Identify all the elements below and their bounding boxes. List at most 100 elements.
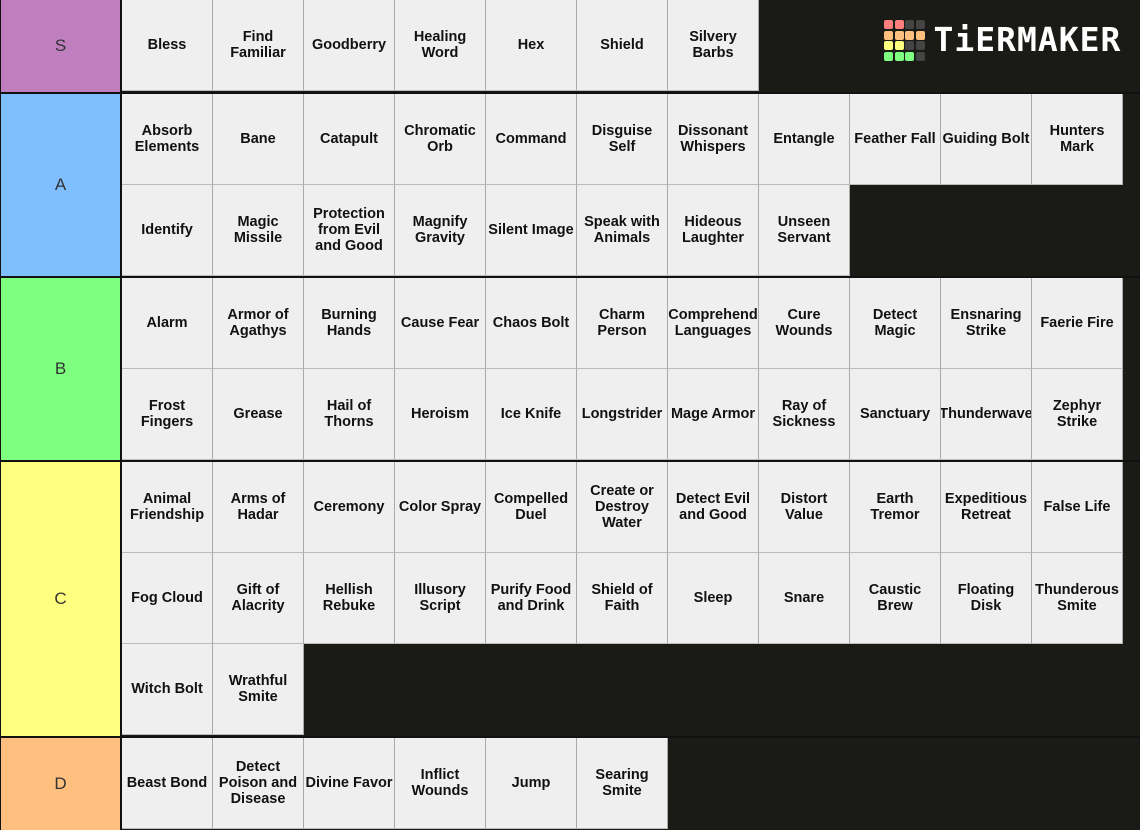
tier-item[interactable]: Catapult: [304, 94, 395, 185]
logo-grid-cell: [894, 20, 904, 29]
tier-item[interactable]: Zephyr Strike: [1032, 369, 1123, 460]
logo-grid-cell: [915, 30, 925, 40]
tier-item[interactable]: Frost Fingers: [122, 369, 213, 460]
tier-item[interactable]: Create or Destroy Water: [577, 462, 668, 553]
tier-item[interactable]: Shield of Faith: [577, 553, 668, 644]
tier-item[interactable]: Chaos Bolt: [486, 278, 577, 369]
tier-item[interactable]: Charm Person: [577, 278, 668, 369]
tier-item[interactable]: Hex: [486, 0, 577, 91]
tier-item[interactable]: Absorb Elements: [122, 94, 213, 185]
tier-item[interactable]: Floating Disk: [941, 553, 1032, 644]
tier-label-d[interactable]: D: [0, 738, 122, 830]
tier-item-label: Shield of Faith: [591, 582, 653, 614]
tier-item[interactable]: Distort Value: [759, 462, 850, 553]
tier-item[interactable]: Hail of Thorns: [304, 369, 395, 460]
tier-item[interactable]: Speak with Animals: [577, 185, 668, 276]
tier-item[interactable]: False Life: [1032, 462, 1123, 553]
tier-label-s[interactable]: S: [0, 0, 122, 92]
tier-item[interactable]: Sleep: [668, 553, 759, 644]
tier-item[interactable]: Faerie Fire: [1032, 278, 1123, 369]
tier-item[interactable]: Silvery Barbs: [668, 0, 759, 91]
logo-grid-cell: [905, 41, 914, 50]
tier-item[interactable]: Cure Wounds: [759, 278, 850, 369]
tier-item[interactable]: Burning Hands: [304, 278, 395, 369]
tier-item[interactable]: Detect Evil and Good: [668, 462, 759, 553]
tier-item[interactable]: Shield: [577, 0, 668, 91]
tier-item[interactable]: Jump: [486, 738, 577, 829]
tier-item[interactable]: Identify: [122, 185, 213, 276]
tier-list-board: S Bless Find Familiar Goodberry Healing Wor…: [0, 0, 1140, 830]
tier-item[interactable]: Hideous Laughter: [668, 185, 759, 276]
tier-item[interactable]: Arms of Hadar: [213, 462, 304, 553]
tier-item[interactable]: Chromatic Orb: [395, 94, 486, 185]
tier-item[interactable]: Feather Fall: [850, 94, 941, 185]
tier-item[interactable]: Thunderous Smite: [1032, 553, 1123, 644]
tier-item-label: Chromatic Orb: [404, 123, 476, 155]
tier-item-label: Caustic Brew: [868, 582, 922, 614]
tier-item[interactable]: Alarm: [122, 278, 213, 369]
tier-item[interactable]: Bane: [213, 94, 304, 185]
tier-item[interactable]: Magic Missile: [213, 185, 304, 276]
tier-item-label: Fog Cloud: [131, 590, 203, 606]
tier-item[interactable]: Gift of Alacrity: [213, 553, 304, 644]
tier-item[interactable]: Inflict Wounds: [395, 738, 486, 829]
tier-item[interactable]: Protection from Evil and Good: [304, 185, 395, 276]
tier-item[interactable]: Beast Bond: [122, 738, 213, 829]
tier-item-label: Hideous Laughter: [681, 214, 745, 246]
tier-item[interactable]: Guiding Bolt: [941, 94, 1032, 185]
tier-item[interactable]: Bless: [122, 0, 213, 91]
tier-item[interactable]: Goodberry: [304, 0, 395, 91]
tier-item[interactable]: Magnify Gravity: [395, 185, 486, 276]
tier-item[interactable]: Expeditious Retreat: [941, 462, 1032, 553]
tier-label-b[interactable]: B: [0, 278, 122, 460]
tier-item-label: Cause Fear: [400, 315, 480, 331]
tier-item[interactable]: Sanctuary: [850, 369, 941, 460]
tier-item[interactable]: Earth Tremor: [850, 462, 941, 553]
tier-item[interactable]: Grease: [213, 369, 304, 460]
tier-item-label: Purify Food and Drink: [490, 582, 572, 614]
tier-item-label: Searing Smite: [595, 767, 649, 799]
tier-item[interactable]: Caustic Brew: [850, 553, 941, 644]
tier-item[interactable]: Heroism: [395, 369, 486, 460]
tier-label-c[interactable]: C: [0, 462, 122, 736]
tier-item[interactable]: Dissonant Whispers: [668, 94, 759, 185]
tier-item[interactable]: Entangle: [759, 94, 850, 185]
tier-item[interactable]: Hellish Rebuke: [304, 553, 395, 644]
tier-item[interactable]: Ray of Sickness: [759, 369, 850, 460]
tier-label-a[interactable]: A: [0, 94, 122, 276]
tier-item[interactable]: Hunters Mark: [1032, 94, 1123, 185]
tier-item[interactable]: Animal Friendship: [122, 462, 213, 553]
tier-item[interactable]: Detect Magic: [850, 278, 941, 369]
tier-item[interactable]: Purify Food and Drink: [486, 553, 577, 644]
tier-item[interactable]: Ice Knife: [486, 369, 577, 460]
tier-item[interactable]: Comprehend Languages: [668, 278, 759, 369]
tier-item[interactable]: Witch Bolt: [122, 644, 213, 735]
tier-item[interactable]: Armor of Agathys: [213, 278, 304, 369]
tier-item[interactable]: Find Familiar: [213, 0, 304, 91]
tier-item[interactable]: Ceremony: [304, 462, 395, 553]
tier-item[interactable]: Wrathful Smite: [213, 644, 304, 735]
tier-item[interactable]: Detect Poison and Disease: [213, 738, 304, 829]
tier-item[interactable]: Illusory Script: [395, 553, 486, 644]
tier-item-label: Sanctuary: [859, 406, 931, 422]
tier-item[interactable]: Unseen Servant: [759, 185, 850, 276]
tier-item[interactable]: Fog Cloud: [122, 553, 213, 644]
tier-item[interactable]: Ensnaring Strike: [941, 278, 1032, 369]
tier-item[interactable]: Healing Word: [395, 0, 486, 91]
tier-item-label: Create or Destroy Water: [590, 483, 654, 531]
tier-item[interactable]: Mage Armor: [668, 369, 759, 460]
tier-item-label: Faerie Fire: [1040, 315, 1114, 331]
tier-item[interactable]: Command: [486, 94, 577, 185]
tier-item[interactable]: Snare: [759, 553, 850, 644]
tier-item[interactable]: Longstrider: [577, 369, 668, 460]
tier-item[interactable]: Thunderwave: [941, 369, 1032, 460]
tier-item[interactable]: Compelled Duel: [486, 462, 577, 553]
tier-item[interactable]: Cause Fear: [395, 278, 486, 369]
tier-item[interactable]: Divine Favor: [304, 738, 395, 829]
tier-item[interactable]: Color Spray: [395, 462, 486, 553]
tier-item[interactable]: Disguise Self: [577, 94, 668, 185]
tier-item[interactable]: Searing Smite: [577, 738, 668, 829]
tier-item-label: Ensnaring Strike: [950, 307, 1022, 339]
logo-grid-cell: [884, 41, 893, 50]
tier-item[interactable]: Silent Image: [486, 185, 577, 276]
